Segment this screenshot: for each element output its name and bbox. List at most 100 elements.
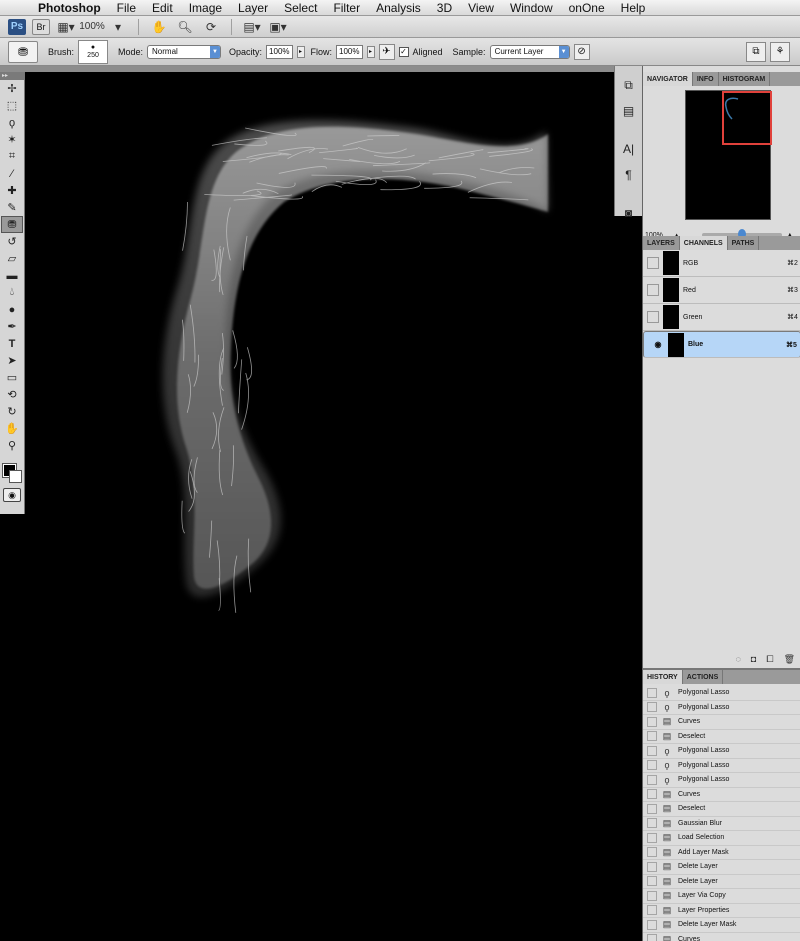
- marquee-tool-icon[interactable]: ⬚: [1, 97, 23, 114]
- move-tool-icon[interactable]: ✢: [1, 80, 23, 97]
- 3d-orbit-tool-icon[interactable]: ↻: [1, 403, 23, 420]
- history-source-checkbox[interactable]: [647, 803, 657, 814]
- eyedropper-tool-icon[interactable]: ⁄: [1, 165, 23, 182]
- history-source-checkbox[interactable]: [647, 745, 657, 756]
- history-item[interactable]: ϙ Polygonal Lasso: [643, 773, 800, 788]
- history-source-checkbox[interactable]: [647, 774, 657, 785]
- history-source-checkbox[interactable]: [647, 934, 657, 941]
- type-tool-icon[interactable]: T: [1, 335, 23, 352]
- history-source-checkbox[interactable]: [647, 847, 657, 858]
- clone-source-panel-icon[interactable]: ⧉: [746, 41, 766, 62]
- menu-help[interactable]: Help: [613, 1, 654, 15]
- history-source-checkbox[interactable]: [647, 716, 657, 727]
- ignore-adjustment-layers-icon[interactable]: ⊘: [573, 43, 590, 60]
- menu-filter[interactable]: Filter: [325, 1, 368, 15]
- menu-view[interactable]: View: [460, 1, 502, 15]
- menu-onone[interactable]: onOne: [561, 1, 613, 15]
- channel-row-blue[interactable]: ◉ Blue ⌘5: [643, 331, 800, 358]
- quick-mask-icon[interactable]: ◉: [3, 488, 21, 502]
- visibility-toggle[interactable]: [647, 311, 659, 323]
- history-brush-tool-icon[interactable]: ↺: [1, 233, 23, 250]
- history-source-checkbox[interactable]: [647, 789, 657, 800]
- crop-tool-icon[interactable]: ⌗: [1, 148, 23, 165]
- history-item[interactable]: ▤ Curves: [643, 933, 800, 941]
- gradient-tool-icon[interactable]: ▬: [1, 267, 23, 284]
- history-item[interactable]: ▤ Delete Layer Mask: [643, 918, 800, 933]
- menu-select[interactable]: Select: [276, 1, 325, 15]
- channel-row-rgb[interactable]: RGB ⌘2: [643, 250, 800, 277]
- history-item[interactable]: ϙ Polygonal Lasso: [643, 744, 800, 759]
- brush-picker[interactable]: ● 250: [78, 39, 109, 64]
- channel-row-green[interactable]: Green ⌘4: [643, 304, 800, 331]
- menu-file[interactable]: File: [109, 1, 144, 15]
- history-source-checkbox[interactable]: [647, 731, 657, 742]
- history-item[interactable]: ▤ Delete Layer: [643, 875, 800, 889]
- tab-actions[interactable]: ACTIONS: [683, 670, 724, 684]
- screenshot-camera-icon[interactable]: ◙: [618, 202, 640, 224]
- zoom-dropdown-icon[interactable]: ▾: [108, 19, 128, 35]
- dodge-tool-icon[interactable]: ●: [1, 301, 23, 318]
- healing-brush-tool-icon[interactable]: ✚: [1, 182, 23, 199]
- menu-3d[interactable]: 3D: [429, 1, 460, 15]
- opacity-arrow-icon[interactable]: ▸: [296, 45, 305, 58]
- history-source-checkbox[interactable]: [647, 818, 657, 829]
- tab-history[interactable]: HISTORY: [643, 670, 683, 684]
- history-source-checkbox[interactable]: [647, 876, 657, 887]
- shape-tool-icon[interactable]: ▭: [1, 369, 23, 386]
- pen-tool-icon[interactable]: ✒: [1, 318, 23, 335]
- tab-histogram[interactable]: HISTOGRAM: [719, 72, 771, 86]
- hand-tool-icon[interactable]: ✋: [1, 420, 23, 437]
- history-item[interactable]: ϙ Polygonal Lasso: [643, 686, 800, 701]
- arrange-documents-icon[interactable]: ▤▾: [242, 19, 262, 35]
- clone-source-icon[interactable]: ⧉: [618, 74, 640, 96]
- menu-analysis[interactable]: Analysis: [368, 1, 429, 15]
- channel-row-red[interactable]: Red ⌘3: [643, 277, 800, 304]
- history-item[interactable]: ▤ Load Selection: [643, 831, 800, 846]
- flow-field[interactable]: 100%: [336, 44, 363, 59]
- menu-window[interactable]: Window: [502, 1, 561, 15]
- navigator-view-box[interactable]: [722, 91, 772, 145]
- brushes-panel-icon[interactable]: ⚘: [770, 41, 790, 62]
- history-source-checkbox[interactable]: [647, 687, 657, 698]
- lasso-tool-icon[interactable]: ϙ: [1, 114, 23, 131]
- bridge-button[interactable]: Br: [32, 18, 50, 35]
- path-selection-tool-icon[interactable]: ➤: [1, 352, 23, 369]
- zoom-tool-icon[interactable]: 🔍︎: [175, 19, 195, 35]
- magic-wand-tool-icon[interactable]: ✶: [1, 131, 23, 148]
- airbrush-icon[interactable]: ✈: [378, 43, 395, 60]
- history-source-checkbox[interactable]: [647, 890, 657, 901]
- hand-tool-icon[interactable]: ✋: [149, 19, 169, 35]
- tab-info[interactable]: INFO: [693, 72, 719, 86]
- brush-tool-icon[interactable]: ✎: [1, 199, 23, 216]
- screen-mode-icon[interactable]: ▣▾: [268, 19, 288, 35]
- history-item[interactable]: ▤ Curves: [643, 715, 800, 730]
- opacity-field[interactable]: 100%: [266, 44, 293, 59]
- save-selection-icon[interactable]: ◘: [751, 654, 756, 664]
- clone-stamp-tool-icon[interactable]: ⛃: [1, 216, 23, 233]
- history-item[interactable]: ▤ Add Layer Mask: [643, 846, 800, 860]
- history-item[interactable]: ▤ Delete Layer: [643, 860, 800, 875]
- history-source-checkbox[interactable]: [647, 832, 657, 843]
- paragraph-icon[interactable]: ¶: [618, 164, 640, 186]
- background-color-swatch[interactable]: [9, 470, 22, 483]
- menu-image[interactable]: Image: [181, 1, 230, 15]
- history-item[interactable]: ϙ Polygonal Lasso: [643, 701, 800, 715]
- tab-paths[interactable]: PATHS: [728, 236, 760, 250]
- zoom-tool-icon[interactable]: ⚲: [1, 437, 23, 454]
- tool-preset-picker[interactable]: ⛃: [8, 40, 38, 63]
- history-item[interactable]: ▤ Curves: [643, 788, 800, 802]
- new-channel-icon[interactable]: ⧠: [766, 654, 773, 665]
- navigator-thumbnail[interactable]: [685, 90, 772, 220]
- blur-tool-icon[interactable]: 💧︎: [1, 284, 23, 301]
- character-icon[interactable]: A|: [618, 138, 640, 160]
- zoom-level-select[interactable]: 100%: [79, 19, 105, 35]
- history-item[interactable]: ▤ Deselect: [643, 802, 800, 817]
- history-item[interactable]: ▤ Gaussian Blur: [643, 817, 800, 831]
- visibility-toggle[interactable]: [647, 257, 659, 269]
- rotate-view-icon[interactable]: ⟳: [201, 19, 221, 35]
- brushes-icon[interactable]: ▤: [618, 100, 640, 122]
- document-canvas[interactable]: [26, 72, 614, 941]
- trash-icon[interactable]: 🗑︎: [784, 654, 795, 665]
- view-extras-icon[interactable]: ▦▾: [56, 19, 76, 35]
- history-item[interactable]: ▤ Deselect: [643, 730, 800, 744]
